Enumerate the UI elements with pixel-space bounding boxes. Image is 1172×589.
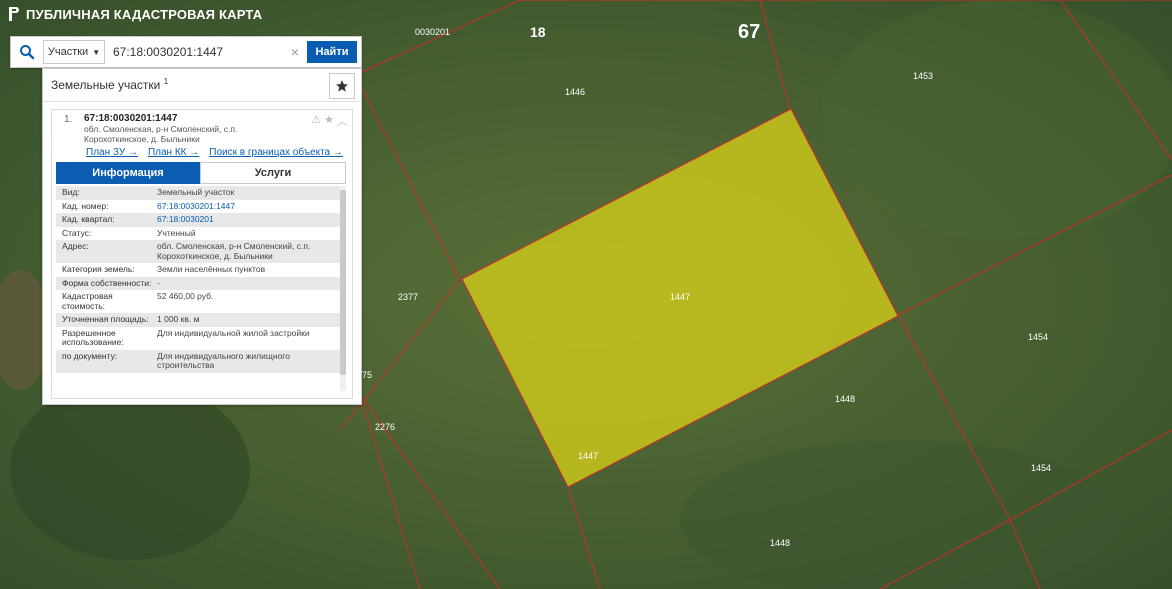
address-line-2: Корохоткинское, д. Быльники	[84, 134, 200, 144]
star-icon[interactable]: ★	[324, 113, 334, 129]
table-row: Кад. номер: 67:18:0030201:1447	[62, 200, 235, 211]
search-icon[interactable]	[11, 37, 43, 67]
tab-services[interactable]: Услуги	[200, 162, 346, 184]
table-row: Уточненная площадь: 1 000 кв. м	[56, 313, 341, 327]
search-within-link[interactable]: Поиск в границах объекта →	[209, 147, 343, 158]
panel-header: Земельные участки 1	[43, 69, 361, 102]
map-label-1447-center: 1447	[670, 292, 690, 302]
table-row: по документу: Для индивидуального жилищн…	[56, 349, 341, 373]
map-label-1447-corner: 1447	[578, 451, 598, 461]
search-type-dropdown[interactable]: Участки ▼	[43, 40, 105, 64]
map-label-quarter: 0030201	[415, 27, 450, 37]
app-title: ПУБЛИЧНАЯ КАДАСТРОВАЯ КАРТА	[26, 6, 263, 22]
plan-zu-link[interactable]: План ЗУ →	[86, 147, 138, 158]
result-address: обл. Смоленская, р-н Смоленский, с.п. Ко…	[84, 124, 284, 144]
panel-title: Земельные участки 1	[51, 77, 168, 92]
map-label-1454-a: 1454	[1028, 332, 1048, 342]
search-input[interactable]	[111, 39, 287, 65]
star-icon	[336, 80, 348, 92]
clear-icon[interactable]: ×	[287, 44, 303, 60]
info-scrollbar[interactable]	[340, 186, 346, 391]
table-row: Кад. квартал: 67:18:0030201	[56, 213, 341, 227]
tab-information[interactable]: Информация	[56, 162, 200, 184]
address-line-1: обл. Смоленская, р-н Смоленский, с.п.	[84, 124, 238, 134]
results-panel: Земельные участки 1 1. 67:18:0030201:144…	[42, 68, 362, 405]
result-links: План ЗУ → План КК → Поиск в границах объ…	[86, 147, 343, 158]
table-row: Разрешенное использование: Для индивидуа…	[62, 327, 310, 347]
table-row: Кадастровая стоимость: 52 460,00 руб.	[62, 291, 214, 311]
map-label-1453: 1453	[913, 71, 933, 81]
results-count: 1	[163, 77, 169, 86]
result-card[interactable]: 1. 67:18:0030201:1447 обл. Смоленская, р…	[51, 109, 353, 399]
scroll-thumb[interactable]	[340, 190, 346, 375]
warning-icon[interactable]: ⚠	[311, 113, 321, 129]
map-label-1448-b: 1448	[770, 538, 790, 548]
result-index: 1.	[64, 114, 73, 125]
cadastral-number[interactable]: 67:18:0030201:1447	[84, 113, 177, 124]
map-label-2377: 2377	[398, 292, 418, 302]
result-actions: ⚠ ★ ︿	[311, 113, 348, 129]
chevron-up-icon[interactable]: ︿	[337, 113, 348, 129]
map-label-1454-b: 1454	[1031, 463, 1051, 473]
map-label-2276: 2276	[375, 422, 395, 432]
table-row: Категория земель: Земли населённых пункт…	[62, 264, 266, 274]
table-row: Адрес: обл. Смоленская, р-н Смоленский, …	[56, 240, 341, 263]
app-header: ПУБЛИЧНАЯ КАДАСТРОВАЯ КАРТА	[8, 6, 262, 22]
logo-icon	[9, 7, 19, 21]
find-button[interactable]: Найти	[307, 41, 357, 63]
panel-title-text: Земельные участки	[51, 78, 161, 92]
bookmark-button[interactable]	[329, 73, 355, 99]
table-row: Форма собственности: -	[56, 276, 341, 290]
plan-kk-link[interactable]: План КК →	[148, 147, 199, 158]
table-row: Вид: Земельный участок	[56, 186, 341, 200]
info-table: Вид: Земельный участок Кад. номер: 67:18…	[56, 186, 341, 391]
map-label-18: 18	[530, 24, 546, 40]
map-label-67: 67	[738, 21, 760, 43]
chevron-down-icon: ▼	[92, 47, 101, 57]
search-bar: Участки ▼ × Найти	[10, 36, 362, 68]
map-label-1446: 1446	[565, 87, 585, 97]
table-row: Статус: Учтенный	[62, 227, 196, 238]
search-type-label: Участки	[47, 46, 89, 58]
map-label-1448-a: 1448	[835, 394, 855, 404]
map-label-75: 75	[362, 370, 372, 380]
info-tabs: Информация Услуги	[56, 162, 346, 184]
